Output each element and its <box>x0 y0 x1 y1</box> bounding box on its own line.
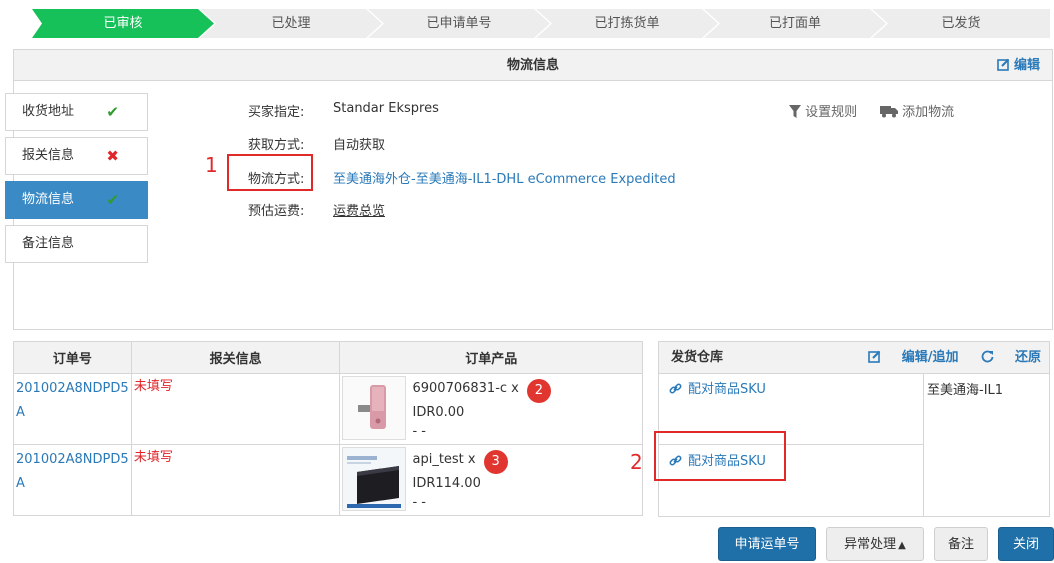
column-order-no: 订单号 <box>13 341 132 374</box>
logistics-panel-header: 物流信息 编辑 <box>14 50 1052 81</box>
tab-logistics-info[interactable]: 物流信息 ✔ <box>5 181 148 219</box>
annotation-box-1 <box>227 154 313 191</box>
quantity-badge: 2 <box>526 379 551 403</box>
step-shipped: 已发货 <box>872 9 1050 38</box>
caret-up-icon: ▲ <box>898 540 906 551</box>
tab-shipping-address[interactable]: 收货地址 ✔ <box>5 93 148 131</box>
edit-append-button[interactable]: 编辑/追加 <box>867 350 963 365</box>
product-extra: - - <box>412 495 426 510</box>
buyer-label: 买家指定: <box>248 105 305 120</box>
remark-button[interactable]: 备注 <box>934 527 988 561</box>
product-sku: api_test x <box>412 452 476 467</box>
method-label: 获取方式: <box>248 138 305 153</box>
truck-icon <box>880 105 902 120</box>
shipping-method-link[interactable]: 至美通海外仓-至美通海-IL1-DHL eCommerce Expedited <box>333 168 676 187</box>
product-info: 6900706831-c x 2 IDR0.00 - - <box>412 379 551 441</box>
step-reviewed: 已审核 <box>32 9 214 38</box>
edit-icon <box>867 350 880 363</box>
edit-icon <box>997 52 1010 83</box>
quantity-badge: 3 <box>483 450 508 474</box>
section-tabs: 收货地址 ✔ 报关信息 ✖ 物流信息 ✔ 备注信息 <box>5 93 148 269</box>
edit-logistics-button[interactable]: 编辑 <box>997 50 1040 83</box>
product-sku: 6900706831-c x <box>412 381 519 396</box>
add-logistics-button[interactable]: 添加物流 <box>880 101 954 120</box>
refresh-icon <box>981 350 994 363</box>
edit-label: 编辑 <box>1013 58 1040 73</box>
restore-button[interactable]: 还原 <box>981 350 1041 365</box>
cross-icon: ✖ <box>106 147 119 165</box>
product-image <box>342 447 407 511</box>
exception-handling-button[interactable]: 异常处理 ▲ <box>826 527 924 561</box>
panel-title: 物流信息 <box>506 58 559 73</box>
order-number-link[interactable]: 201002A8NDPD5A <box>14 374 131 425</box>
warehouse-panel: 发货仓库 编辑/追加 还原 配对商品SKU 配对商品SKU 至美通海-IL1 <box>658 341 1050 517</box>
product-cell: 6900706831-c x 2 IDR0.00 - - <box>340 374 642 444</box>
tab-label: 备注信息 <box>22 236 75 251</box>
customs-status: 未填写 <box>133 379 173 394</box>
fee-overview-link[interactable]: 运费总览 <box>333 200 385 219</box>
tab-label: 报关信息 <box>22 148 75 163</box>
step-picking-printed: 已打拣货单 <box>536 9 718 38</box>
fee-label: 预估运费: <box>248 204 305 219</box>
link-icon <box>669 383 682 394</box>
tab-label: 收货地址 <box>22 104 75 119</box>
add-logistics-label: 添加物流 <box>902 105 955 120</box>
product-price: IDR114.00 <box>412 476 481 491</box>
product-info: api_test x 3 IDR114.00 - - <box>412 450 508 512</box>
progress-steps: 已审核 已处理 已申请单号 已打拣货单 已打面单 已发货 <box>32 9 1050 38</box>
product-cell: api_test x 3 IDR114.00 - - <box>340 445 642 515</box>
step-processed: 已处理 <box>200 9 382 38</box>
customs-status: 未填写 <box>133 450 173 465</box>
column-products: 订单产品 <box>339 341 643 374</box>
step-label-printed: 已打面单 <box>704 9 886 38</box>
method-value: 自动获取 <box>333 138 386 153</box>
column-customs: 报关信息 <box>130 341 341 374</box>
table-row: 201002A8NDPD5A 未填写 <box>13 373 643 445</box>
check-icon: ✔ <box>106 103 119 121</box>
tab-customs-info[interactable]: 报关信息 ✖ <box>5 137 148 175</box>
step-tracking-applied: 已申请单号 <box>368 9 550 38</box>
tab-remark-info[interactable]: 备注信息 <box>5 225 148 263</box>
product-price: IDR0.00 <box>412 405 465 420</box>
buyer-value: Standar Ekspres <box>333 101 439 116</box>
warehouse-name: 至美通海-IL1 <box>927 383 1004 398</box>
product-image <box>342 376 407 440</box>
close-button[interactable]: 关闭 <box>998 527 1054 561</box>
logistics-panel: 物流信息 编辑 <box>13 49 1053 330</box>
set-rules-button[interactable]: 设置规则 <box>789 101 857 120</box>
set-rules-label: 设置规则 <box>805 105 858 120</box>
tab-label: 物流信息 <box>22 192 75 207</box>
product-extra: - - <box>412 424 426 439</box>
warehouse-title: 发货仓库 <box>671 350 724 365</box>
order-number-link[interactable]: 201002A8NDPD5A <box>14 445 131 496</box>
check-icon: ✔ <box>106 191 119 209</box>
warehouse-header: 发货仓库 编辑/追加 还原 <box>659 342 1049 374</box>
annotation-number-2: 2 <box>630 450 643 474</box>
annotation-box-2 <box>654 431 786 481</box>
apply-tracking-button[interactable]: 申请运单号 <box>718 527 816 561</box>
pair-sku-link[interactable]: 配对商品SKU <box>669 378 766 397</box>
annotation-number-1: 1 <box>205 153 218 177</box>
table-row: 201002A8NDPD5A 未填写 <box>13 444 643 516</box>
warehouse-actions: 编辑/追加 还原 <box>850 342 1041 374</box>
orders-table: 订单号 报关信息 订单产品 201002A8NDPD5A 未填写 6900706… <box>13 341 643 516</box>
filter-icon <box>789 105 805 120</box>
